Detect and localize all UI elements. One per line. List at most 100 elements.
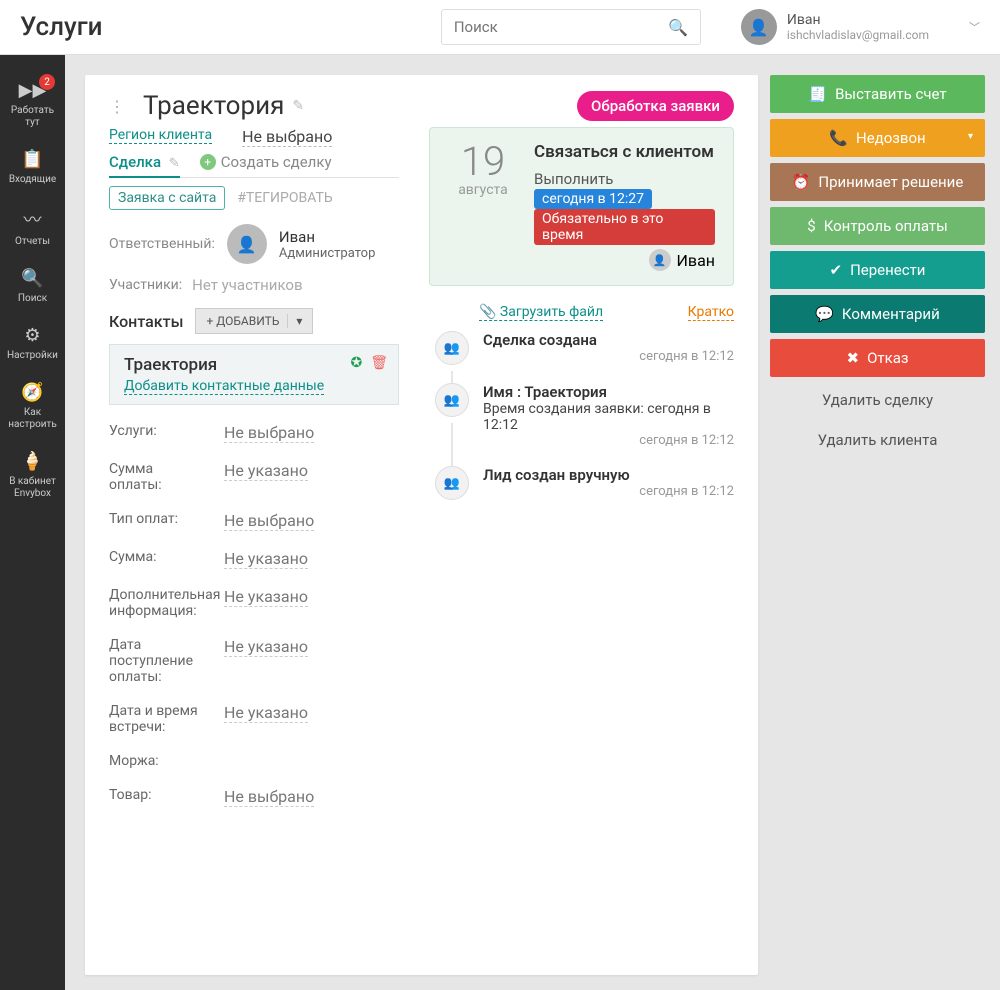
timeline-item: 👥 Сделка создана сегодня в 12:12 <box>429 331 734 365</box>
page-title: Услуги <box>20 12 102 42</box>
field-value[interactable]: Не указано <box>224 549 308 569</box>
field-label: Дата поступление оплаты: <box>109 637 204 685</box>
responsible-name[interactable]: Иван <box>279 228 376 246</box>
task-title: Связаться с клиентом <box>534 142 715 162</box>
timeline-title: Сделка создана <box>483 331 734 349</box>
delete-icon[interactable]: 🗑 <box>370 355 388 371</box>
user-email: ishchvladislav@gmail.com <box>787 28 929 42</box>
check-icon: ✔ <box>830 261 843 279</box>
status-badge[interactable]: Обработка заявки <box>577 91 734 121</box>
clock-icon: ⏰ <box>792 173 811 191</box>
search-box[interactable]: 🔍 <box>441 9 701 45</box>
payment-button[interactable]: $Контроль оплаты <box>770 207 985 245</box>
field-row: Сумма: Не указано <box>109 549 399 569</box>
source-chip[interactable]: Заявка с сайта <box>109 186 225 210</box>
timeline-time: сегодня в 12:12 <box>483 484 734 499</box>
tag-input[interactable]: #ТЕГИРОВАТЬ <box>229 187 340 209</box>
participants-value[interactable]: Нет участников <box>192 276 302 294</box>
invoice-button[interactable]: 🧾Выставить счет <box>770 75 985 113</box>
clipboard-icon: 📋 <box>4 149 61 170</box>
field-value[interactable]: Не выбрано <box>224 423 314 443</box>
actions-panel: 🧾Выставить счет 📞Недозвон▾ ⏰Принимает ре… <box>770 75 985 457</box>
search-input[interactable] <box>454 18 668 36</box>
file-icon: 🧾 <box>808 85 827 103</box>
field-label: Услуги: <box>109 423 204 439</box>
task-card[interactable]: 19 августа Связаться с клиентом Выполнит… <box>429 127 734 286</box>
field-value[interactable]: Не указано <box>224 461 308 481</box>
caret-icon: ▾ <box>968 131 973 142</box>
nav-howto[interactable]: 🧭 Как настроить <box>0 372 65 441</box>
nav-settings[interactable]: ⚙ Настройки <box>0 315 65 372</box>
postpone-button[interactable]: ✔Перенести <box>770 251 985 289</box>
field-label: Дополнительная информация: <box>109 587 204 619</box>
field-value[interactable]: Не указано <box>224 587 308 607</box>
field-value[interactable]: Не выбрано <box>224 787 314 807</box>
nav-envybox[interactable]: 🍦 В кабинет Envybox <box>0 441 65 510</box>
deal-card: ⋮ Траектория ✎ Обработка заявки Регион к… <box>85 75 758 975</box>
field-label: Дата и время встречи: <box>109 703 204 735</box>
task-date: 19 августа <box>448 142 518 271</box>
participants-label: Участники: <box>109 277 182 293</box>
chart-icon: 〰 <box>4 206 61 232</box>
field-row: Дополнительная информация: Не указано <box>109 587 399 619</box>
timeline-icon: 👥 <box>435 331 469 365</box>
brief-link[interactable]: Кратко <box>688 304 734 321</box>
chevron-down-icon[interactable]: ﹀ <box>969 19 980 35</box>
field-value[interactable]: Не выбрано <box>224 511 314 531</box>
search-nav-icon: 🔍 <box>4 268 61 289</box>
timeline-item: 👥 Имя : Траектория Время создания заявки… <box>429 383 734 448</box>
compass-icon: 🧭 <box>4 382 61 403</box>
avatar-icon: 👤 <box>741 9 777 45</box>
region-label[interactable]: Регион клиента <box>109 127 212 144</box>
task-line: Выполнить <box>534 170 715 188</box>
field-value[interactable]: Не указано <box>224 703 308 723</box>
contact-name: Траектория <box>124 355 384 375</box>
search-icon[interactable]: 🔍 <box>668 18 688 37</box>
deciding-button[interactable]: ⏰Принимает решение <box>770 163 985 201</box>
field-row: Тип оплат: Не выбрано <box>109 511 399 531</box>
field-label: Товар: <box>109 787 204 803</box>
task-time-pill: сегодня в 12:27 <box>534 189 652 209</box>
field-label: Моржа: <box>109 753 204 769</box>
edit-icon[interactable]: ✎ <box>292 98 304 114</box>
timeline-title: Лид создан вручную <box>483 466 734 484</box>
region-value[interactable]: Не выбрано <box>242 127 332 147</box>
field-row: Товар: Не выбрано <box>109 787 399 807</box>
contact-card[interactable]: Траектория Добавить контактные данные ✪ … <box>109 344 399 405</box>
field-row: Дата поступление оплаты: Не указано <box>109 637 399 685</box>
delete-deal-button[interactable]: Удалить сделку <box>770 383 985 417</box>
pencil-icon[interactable]: ✎ <box>169 156 180 171</box>
favorite-icon[interactable]: ✪ <box>350 355 362 371</box>
nav-work-here[interactable]: 2 ▶▶ Работать тут <box>0 70 65 139</box>
avatar-icon: 👤 <box>227 224 267 264</box>
envybox-icon: 🍦 <box>4 451 61 472</box>
phone-icon: 📞 <box>829 129 848 147</box>
tab-create-deal[interactable]: + Создать сделку <box>200 153 332 171</box>
nav-badge: 2 <box>39 74 55 90</box>
refuse-button[interactable]: ✖Отказ <box>770 339 985 377</box>
close-icon: ✖ <box>847 349 860 367</box>
responsible-role: Администратор <box>279 246 376 261</box>
contacts-label: Контакты <box>109 312 183 331</box>
add-contact-data-link[interactable]: Добавить контактные данные <box>124 378 324 395</box>
field-row: Моржа: <box>109 753 399 769</box>
comment-button[interactable]: 💬Комментарий <box>770 295 985 333</box>
user-menu[interactable]: 👤 Иван ishchvladislav@gmail.com ﹀ <box>741 9 980 45</box>
field-value[interactable]: Не указано <box>224 637 308 657</box>
delete-client-button[interactable]: Удалить клиента <box>770 423 985 457</box>
avatar-icon: 👤 <box>649 249 671 271</box>
chat-icon: 💬 <box>815 305 834 323</box>
nocall-button[interactable]: 📞Недозвон▾ <box>770 119 985 157</box>
timeline-time: сегодня в 12:12 <box>483 433 734 448</box>
caret-down-icon[interactable]: ▾ <box>287 314 302 328</box>
more-icon[interactable]: ⋮ <box>109 97 125 116</box>
nav-reports[interactable]: 〰 Отчеты <box>0 196 65 258</box>
nav-search[interactable]: 🔍 Поиск <box>0 258 65 315</box>
nav-inbox[interactable]: 📋 Входящие <box>0 139 65 196</box>
upload-file-link[interactable]: 📎 Загрузить файл <box>479 304 603 321</box>
deal-title: Траектория <box>143 91 284 121</box>
field-row: Дата и время встречи: Не указано <box>109 703 399 735</box>
add-contact-button[interactable]: + ДОБАВИТЬ ▾ <box>195 308 313 334</box>
field-label: Сумма оплаты: <box>109 461 204 493</box>
tab-deal[interactable]: Сделка ✎ <box>109 153 180 178</box>
